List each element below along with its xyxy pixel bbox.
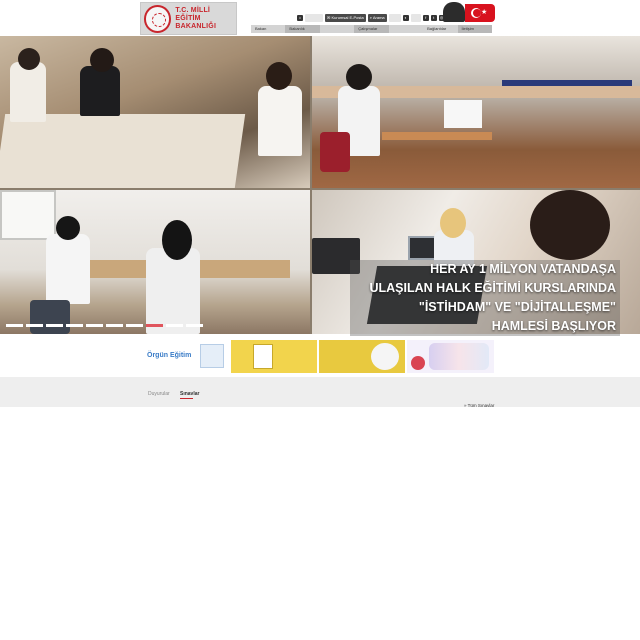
spacer-link[interactable] <box>410 14 421 22</box>
headline-line-4: HAMLESİ BAŞLIYOR <box>491 319 616 333</box>
meb-seal-icon <box>144 4 172 33</box>
facebook-icon[interactable]: f <box>422 15 429 21</box>
all-exams-link[interactable]: » Tüm Sınavlar <box>464 403 494 408</box>
page: T.C. MİLLİ EĞİTİM BAKANLIĞI ⌂ ✉ Kurumsal… <box>0 0 640 640</box>
menu-item-bakan[interactable]: Bakan <box>251 25 285 33</box>
kurumsal-eposta-label: Kurumsal E-Posta <box>331 15 364 20</box>
slider-dot-1[interactable] <box>6 324 23 327</box>
slider-dot-8[interactable] <box>146 324 163 327</box>
chair-shape <box>30 300 70 334</box>
menu-item-blank-1[interactable] <box>320 25 354 33</box>
active-tab-indicator <box>180 398 193 399</box>
slider-dot-2[interactable] <box>26 324 43 327</box>
person-head-shape <box>162 220 192 260</box>
person-head-shape <box>90 48 114 72</box>
star-icon: ★ <box>481 9 488 16</box>
promo-banner-4[interactable] <box>407 340 494 373</box>
window-shape <box>0 190 56 240</box>
menu-item-baglantilar[interactable]: Bağlantılar <box>423 25 457 33</box>
person-shape <box>80 66 120 116</box>
slide-headline[interactable]: HER AY 1 MİLYON VATANDAŞA ULAŞILAN HALK … <box>350 260 620 336</box>
logo-text: T.C. MİLLİ EĞİTİM BAKANLIĞI <box>175 7 236 31</box>
person-shape <box>258 86 302 156</box>
promo-orgun-egitim-label: Örgün Eğitim <box>147 352 192 359</box>
home-icon[interactable]: ⌂ <box>297 15 303 21</box>
headline-line-2: ULAŞILAN HALK EĞİTİMİ KURSLARINDA <box>369 281 616 295</box>
kurumsal-eposta-button[interactable]: ✉ Kurumsal E-Posta <box>325 14 366 22</box>
slider-dot-7[interactable] <box>126 324 143 327</box>
slider-pagination <box>6 324 203 327</box>
promo-orgun-egitim[interactable]: Örgün Eğitim <box>144 340 229 373</box>
slider-dot-10[interactable] <box>186 324 203 327</box>
table-shape <box>0 114 246 188</box>
flag-area: ★ <box>443 2 495 22</box>
loom-fabric-shape <box>502 80 632 86</box>
headline-line-1: HER AY 1 MİLYON VATANDAŞA <box>430 262 616 276</box>
menu-item-bakanlik[interactable]: Bakanlık <box>285 25 320 33</box>
site-header: T.C. MİLLİ EĞİTİM BAKANLIĞI ⌂ ✉ Kurumsal… <box>0 0 640 36</box>
menu-item-blank-2[interactable] <box>389 25 423 33</box>
tab-sinavlar[interactable]: Sınavlar <box>180 391 199 397</box>
arama-button[interactable]: ⌕ Arama <box>367 14 387 22</box>
menu-item-calismalar[interactable]: Çalışmalar <box>354 25 389 33</box>
logo-line-2: BAKANLIĞI <box>175 22 217 30</box>
promo-banner-2[interactable] <box>231 340 317 373</box>
headline-line-3: "İSTİHDAM" VE "DİJİTALLEŞME" <box>418 300 616 314</box>
language-toggle[interactable] <box>388 14 401 22</box>
hero-slider[interactable]: HER AY 1 MİLYON VATANDAŞA ULAŞILAN HALK … <box>0 36 640 336</box>
slide-photo-loom-class <box>312 36 640 188</box>
promo-banner-4-graphic <box>429 343 489 370</box>
main-menu: Bakan Bakanlık Çalışmalar Bağlantılar İl… <box>251 25 492 33</box>
person-shape <box>46 234 90 304</box>
person-head-shape <box>266 62 292 90</box>
person-head-shape <box>530 190 610 260</box>
crescent-icon <box>471 8 481 18</box>
person-head-shape <box>346 64 372 90</box>
loom-frame-shape <box>382 132 492 140</box>
slider-dot-9[interactable] <box>166 324 183 327</box>
hidden-topbar-link[interactable] <box>305 14 323 22</box>
slider-dot-6[interactable] <box>106 324 123 327</box>
promo-banner-2-graphic <box>253 344 273 369</box>
person-shape <box>146 248 200 334</box>
slide-photo-embroidery-class <box>0 36 310 188</box>
sign-shape <box>444 100 482 128</box>
announcements-section: Duyurular Sınavlar » Tüm Sınavlar <box>0 377 640 408</box>
meb-logo[interactable]: T.C. MİLLİ EĞİTİM BAKANLIĞI <box>140 2 237 35</box>
person-head-shape <box>56 216 80 240</box>
top-utility-bar: ⌂ ✉ Kurumsal E-Posta ⌕ Arama ◐ f t ◎ ▶ <box>297 14 453 22</box>
promo-strip: Örgün Eğitim <box>0 336 640 376</box>
promo-banner-3[interactable] <box>319 340 405 373</box>
chair-shape <box>320 132 350 172</box>
person-shape <box>10 62 46 122</box>
promo-banner-4-badge <box>411 356 425 370</box>
arama-label: Arama <box>372 15 385 20</box>
promo-banner-3-graphic <box>371 343 399 370</box>
menu-item-iletisim[interactable]: İletişim <box>457 25 492 33</box>
logo-line-1: T.C. MİLLİ EĞİTİM <box>175 6 211 22</box>
ataturk-silhouette-icon <box>443 2 465 22</box>
promo-orgun-egitim-graphic <box>200 344 224 368</box>
turkish-flag-icon: ★ <box>465 4 495 22</box>
slider-dot-5[interactable] <box>86 324 103 327</box>
slider-dot-4[interactable] <box>66 324 83 327</box>
tab-duyurular[interactable]: Duyurular <box>148 391 170 397</box>
person-head-shape <box>18 48 40 70</box>
slide-photo-sewing-class <box>0 190 310 334</box>
accessibility-icon[interactable]: ◐ <box>402 15 409 21</box>
twitter-icon[interactable]: t <box>430 15 437 21</box>
slider-dot-3[interactable] <box>46 324 63 327</box>
person-head-shape <box>440 208 466 238</box>
